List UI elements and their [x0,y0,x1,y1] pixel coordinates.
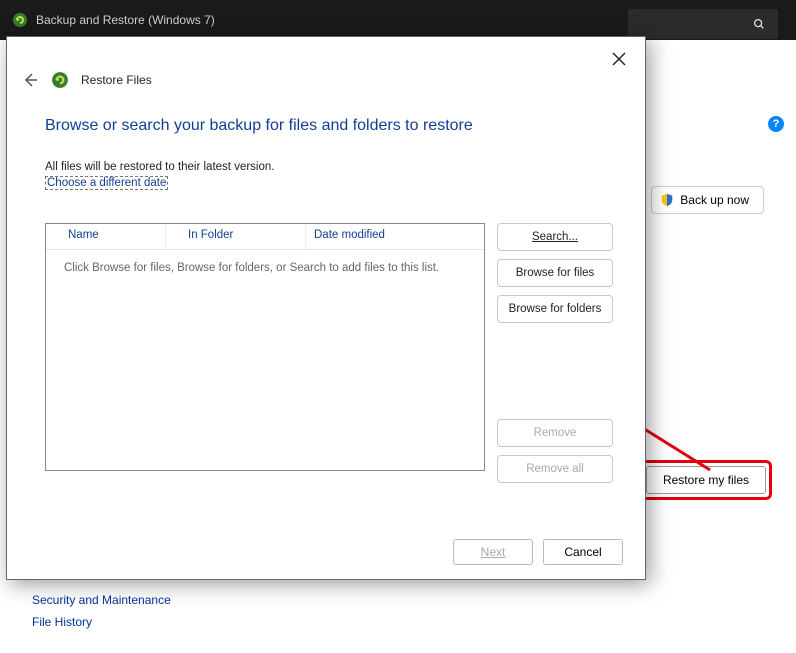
dialog-heading: Browse or search your backup for files a… [45,117,613,135]
browse-files-button[interactable]: Browse for files [497,259,613,287]
backup-icon [12,12,28,28]
column-name[interactable]: Name [46,224,166,249]
browse-folders-button[interactable]: Browse for folders [497,295,613,323]
next-button: Next [453,539,533,565]
search-icon [752,17,766,31]
remove-all-button: Remove all [497,455,613,483]
remove-button: Remove [497,419,613,447]
search-button[interactable]: Search... [497,223,613,251]
column-folder[interactable]: In Folder [166,224,306,249]
column-date[interactable]: Date modified [306,224,484,249]
restore-my-files-button[interactable]: Restore my files [646,466,766,494]
search-box[interactable] [628,9,778,39]
restore-icon [51,71,69,89]
shield-icon [660,193,674,207]
dialog-title: Restore Files [81,73,152,87]
choose-date-link[interactable]: Choose a different date [45,176,168,190]
list-header: Name In Folder Date modified [46,224,484,250]
parent-title-text: Backup and Restore (Windows 7) [36,13,215,27]
info-text: All files will be restored to their late… [45,161,613,173]
link-file-history[interactable]: File History [32,615,171,629]
help-icon[interactable]: ? [768,116,784,132]
see-also-links: Security and Maintenance File History [32,593,171,629]
backup-now-button[interactable]: Back up now [651,186,764,214]
cancel-button[interactable]: Cancel [543,539,623,565]
backup-now-label: Back up now [680,193,749,207]
restore-files-dialog: Restore Files Browse or search your back… [6,36,646,580]
close-icon[interactable] [607,47,631,71]
file-listview[interactable]: Name In Folder Date modified Click Brows… [45,223,485,471]
back-arrow-icon[interactable] [21,71,39,89]
link-security-maintenance[interactable]: Security and Maintenance [32,593,171,607]
list-empty-text: Click Browse for files, Browse for folde… [46,250,484,286]
